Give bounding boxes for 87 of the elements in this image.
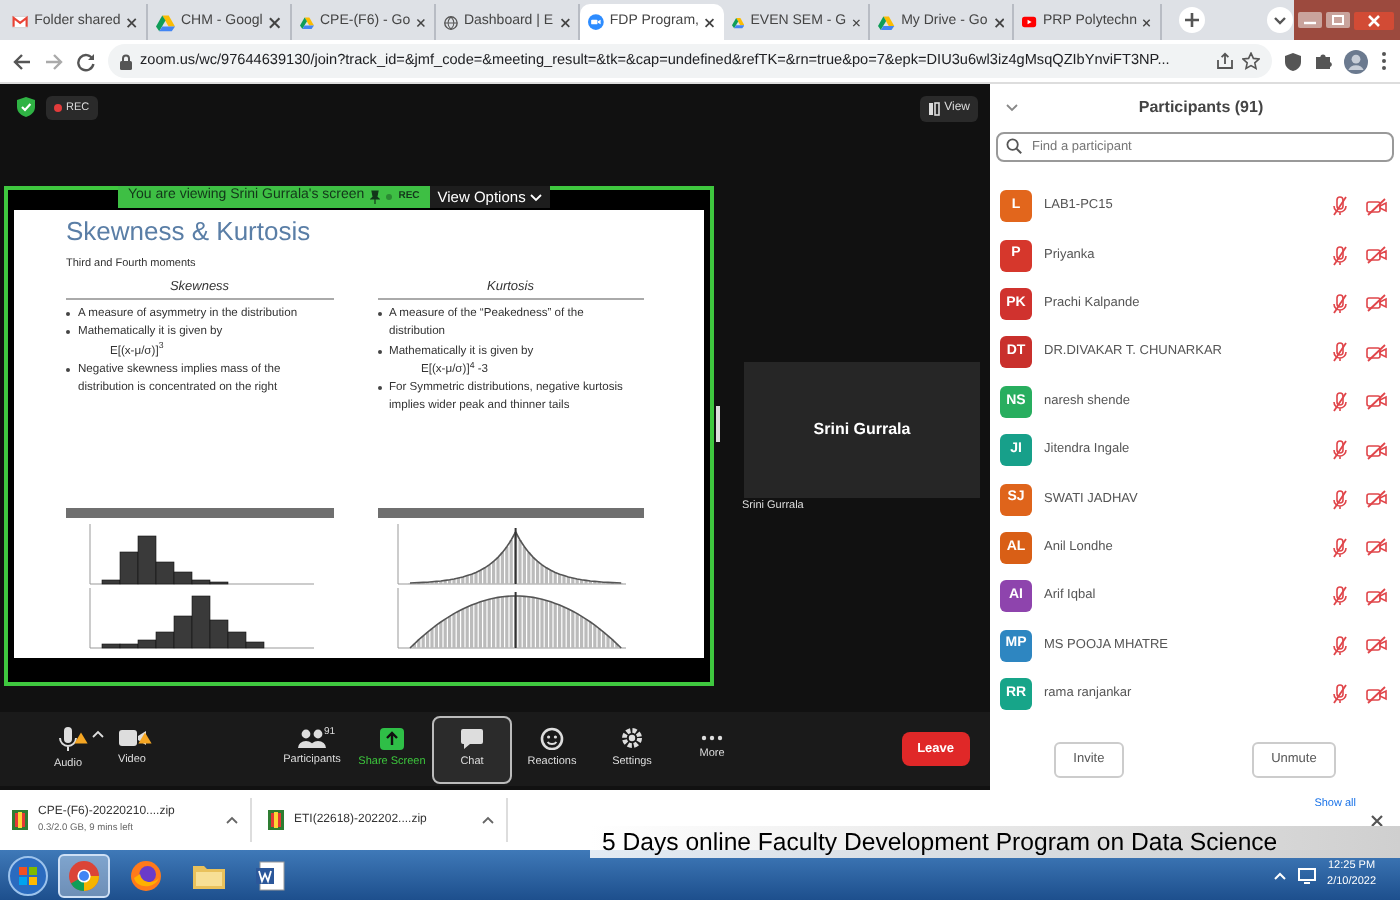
browser-logo-icon — [68, 859, 100, 891]
triangle-icon — [878, 13, 896, 31]
settings-icon — [620, 726, 644, 751]
maximize-icon[interactable] — [1326, 12, 1350, 28]
muted-microphone-icon[interactable] — [1332, 635, 1348, 656]
shield-check-icon — [16, 96, 36, 118]
fox-globe-icon — [130, 859, 162, 891]
muted-microphone-icon[interactable] — [1332, 489, 1348, 510]
microphone-icon — [58, 725, 78, 752]
muted-microphone-icon[interactable] — [1332, 391, 1348, 412]
muted-microphone-icon[interactable] — [1332, 684, 1348, 705]
triangle-icon — [300, 13, 314, 31]
close-icon[interactable] — [126, 15, 138, 29]
taskbar-app[interactable] — [58, 853, 110, 897]
menu-icon[interactable] — [1380, 50, 1388, 72]
splitter-handle[interactable] — [716, 406, 720, 442]
record-dot-icon — [386, 194, 393, 200]
caption-banner: 5 Days online Faculty Development Program on Data Science — [590, 826, 1400, 858]
star-icon[interactable] — [1242, 52, 1260, 70]
share-screen-icon — [380, 727, 404, 750]
video-off-icon[interactable] — [1366, 343, 1388, 362]
muted-microphone-icon[interactable] — [1332, 196, 1348, 217]
caret-icon[interactable] — [482, 816, 494, 824]
start-icon[interactable] — [8, 855, 48, 895]
dropdown-icon[interactable] — [1265, 6, 1294, 34]
envelope-icon — [12, 14, 29, 30]
video-off-icon[interactable] — [1366, 685, 1388, 704]
archive-icon — [268, 810, 284, 830]
play-icon — [1022, 14, 1038, 30]
close-icon[interactable] — [1370, 814, 1384, 829]
record-dot-icon — [54, 104, 62, 113]
speaker-name: Srini Gurrala — [813, 418, 911, 442]
close-icon[interactable] — [704, 15, 716, 29]
reload-icon[interactable] — [76, 51, 96, 71]
muted-microphone-icon[interactable] — [1332, 537, 1348, 558]
warning-icon — [74, 732, 88, 745]
video-off-icon[interactable] — [1366, 587, 1388, 606]
avatar-icon[interactable] — [1344, 49, 1368, 73]
caret-icon[interactable] — [226, 816, 238, 824]
more-icon — [700, 734, 724, 743]
video-off-icon[interactable] — [1366, 246, 1388, 265]
video-off-icon[interactable] — [1366, 490, 1388, 509]
people-icon — [297, 728, 327, 749]
video-off-icon[interactable] — [1366, 538, 1388, 557]
monitor-icon[interactable] — [1297, 867, 1316, 883]
panel-title: Participants (91) — [1136, 96, 1266, 120]
lock-icon — [120, 53, 132, 69]
close-icon[interactable] — [416, 15, 426, 29]
close-icon[interactable] — [1354, 11, 1394, 29]
triangle-icon — [156, 13, 175, 31]
muted-microphone-icon[interactable] — [1332, 245, 1348, 266]
video-off-icon[interactable] — [1366, 197, 1388, 216]
puzzle-icon[interactable] — [1314, 52, 1332, 70]
shield-icon[interactable] — [1284, 51, 1302, 71]
triangle-icon — [732, 13, 745, 31]
minimize-icon[interactable] — [1298, 12, 1322, 28]
folder-icon — [191, 861, 225, 889]
close-icon[interactable] — [268, 15, 282, 29]
close-icon[interactable] — [852, 15, 861, 29]
slide-title: Skewness & Kurtosis — [66, 216, 313, 246]
muted-microphone-icon[interactable] — [1332, 293, 1348, 314]
video-off-icon[interactable] — [1366, 441, 1388, 460]
video-off-icon[interactable] — [1366, 392, 1388, 411]
video-off-icon[interactable] — [1366, 636, 1388, 655]
new-tab-icon[interactable] — [1177, 6, 1206, 34]
muted-microphone-icon[interactable] — [1332, 586, 1348, 607]
share-icon[interactable] — [1216, 52, 1234, 70]
muted-microphone-icon[interactable] — [1332, 342, 1348, 363]
emoji-icon — [540, 726, 564, 751]
warning-icon — [138, 732, 152, 745]
chevron-down-icon — [529, 193, 542, 201]
close-icon[interactable] — [993, 15, 1005, 29]
close-icon[interactable] — [1142, 15, 1152, 29]
back-icon[interactable] — [12, 51, 32, 71]
video-off-icon[interactable] — [1366, 294, 1388, 313]
archive-icon — [12, 810, 28, 830]
globe-icon — [444, 13, 458, 31]
video-camera-icon — [588, 12, 604, 32]
collapse-icon[interactable] — [1006, 104, 1018, 112]
chat-bubble-icon — [460, 727, 484, 750]
layout-icon — [928, 102, 941, 116]
close-icon[interactable] — [559, 15, 570, 29]
video-camera-icon — [117, 728, 147, 749]
pin-icon — [370, 190, 381, 204]
muted-microphone-icon[interactable] — [1332, 440, 1348, 461]
document-icon — [254, 859, 286, 891]
forward-icon[interactable] — [44, 51, 64, 71]
